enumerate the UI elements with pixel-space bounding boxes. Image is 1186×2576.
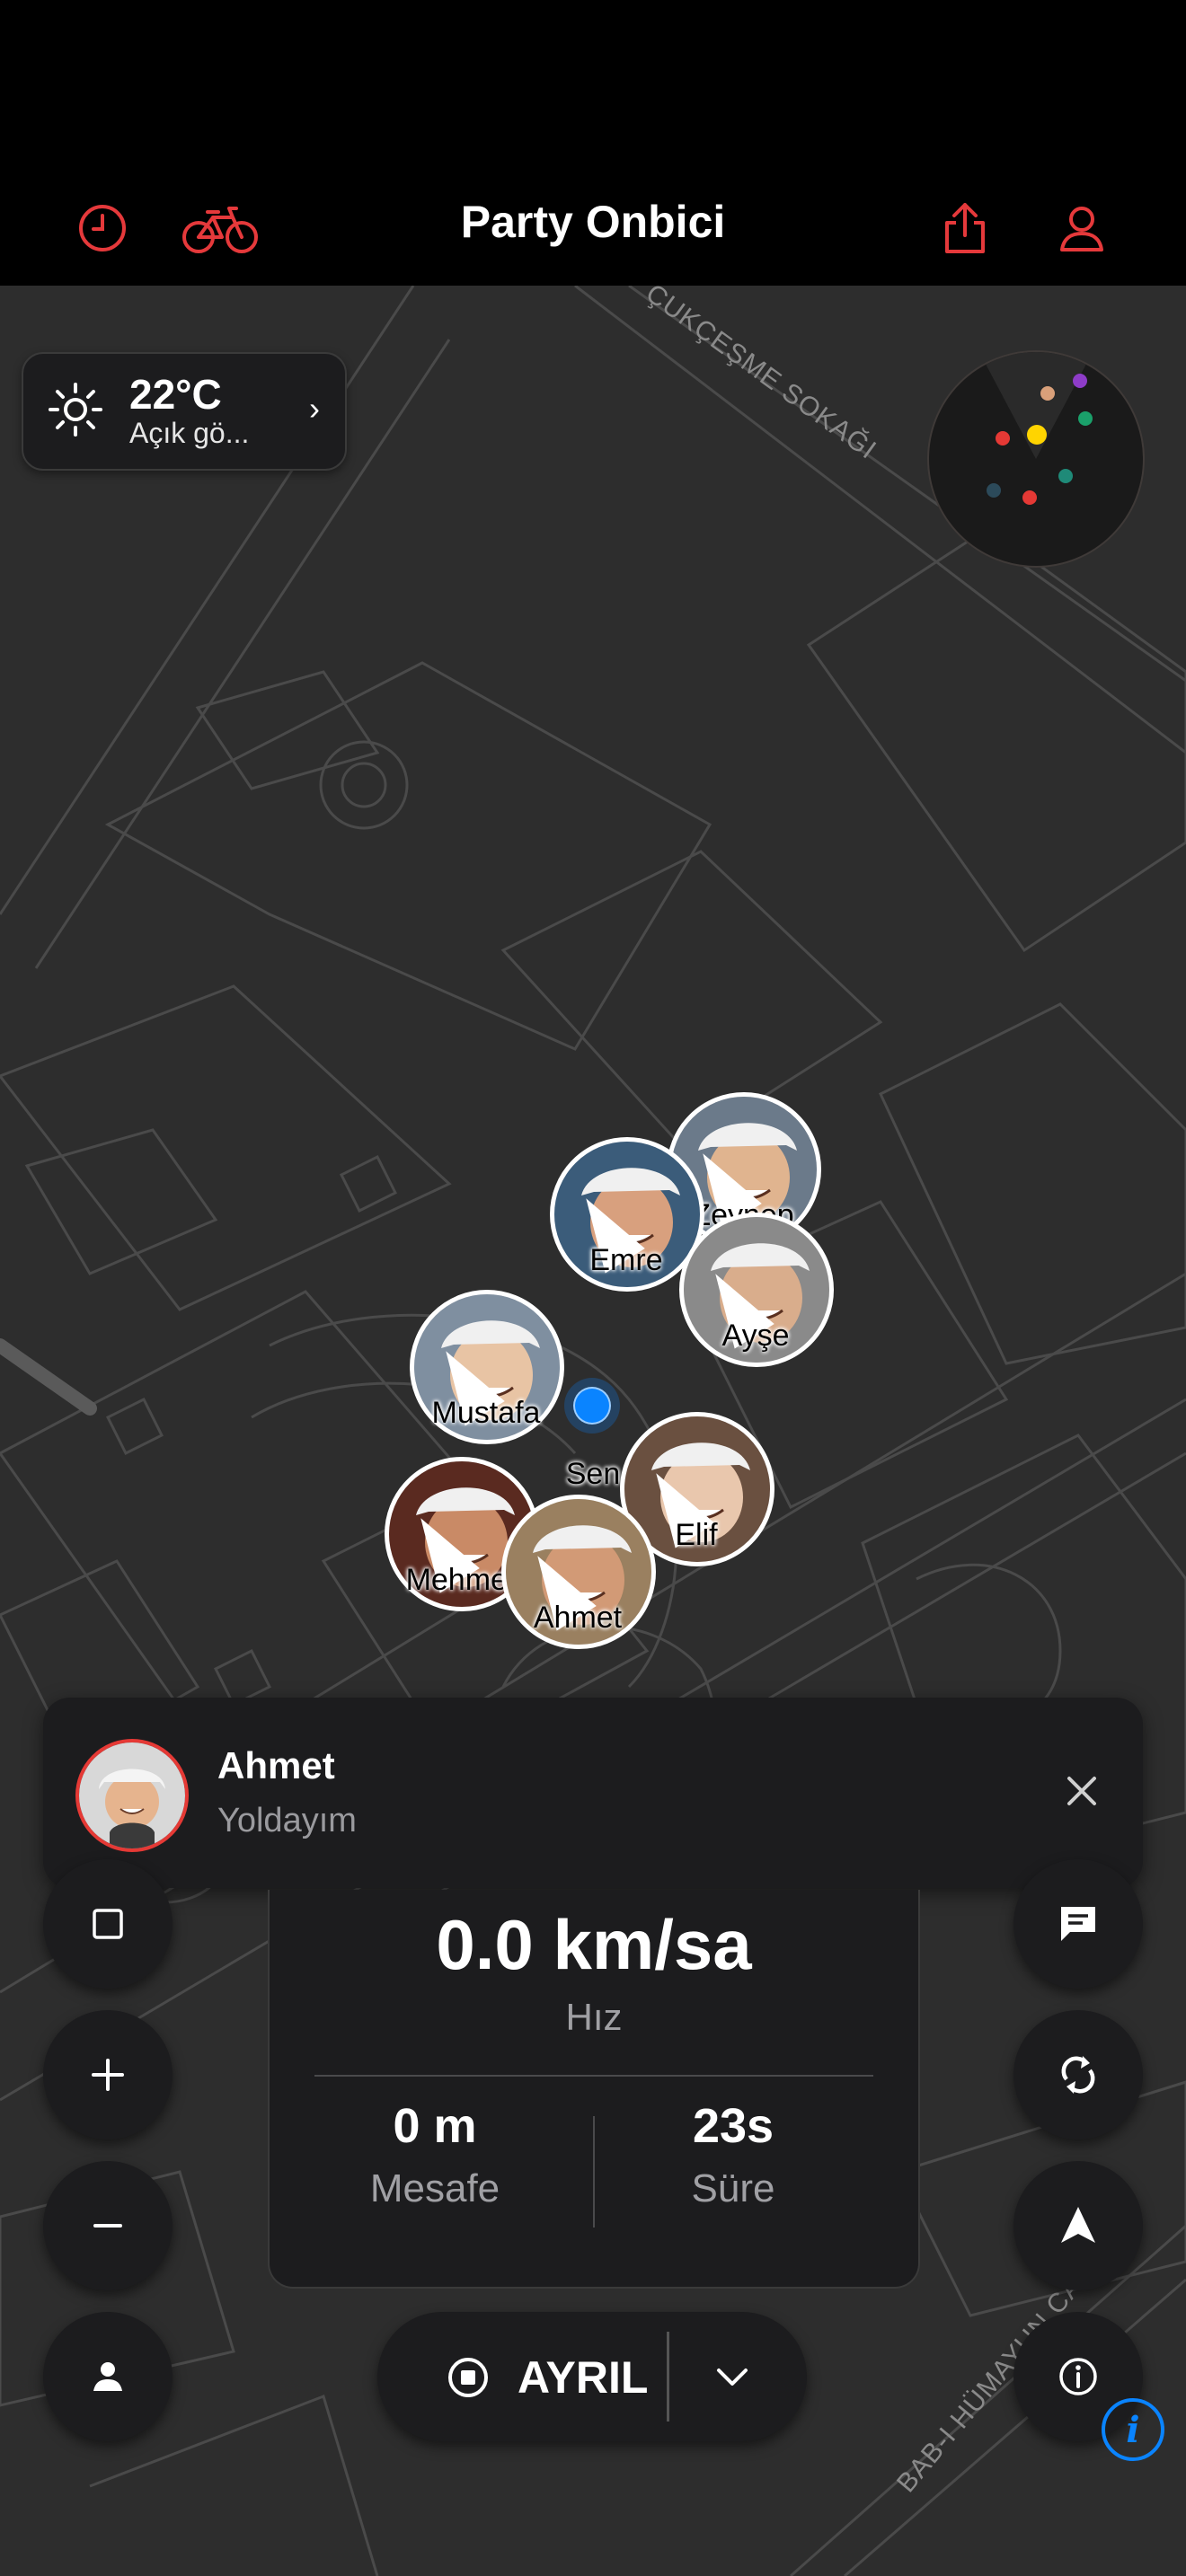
notification-message: Yoldayım	[217, 1802, 357, 1839]
leave-label: AYRIL	[518, 2352, 649, 2403]
member-name: Ahmet	[533, 1601, 623, 1635]
member-name: Mustafa	[431, 1396, 541, 1430]
leave-party-button[interactable]: AYRIL	[377, 2312, 807, 2441]
self-location-label: Sen	[565, 1457, 621, 1491]
nav-bar: Party Onbici	[0, 171, 1186, 286]
stats-divider	[593, 2116, 595, 2228]
refresh-button[interactable]	[1013, 2010, 1143, 2139]
layer-toggle-button[interactable]	[43, 1859, 173, 1989]
chat-icon	[1061, 1907, 1095, 1941]
refresh-icon	[1061, 2056, 1095, 2094]
radar-dot	[1073, 374, 1087, 388]
square-icon	[93, 1909, 123, 1939]
radar-minimap[interactable]	[927, 350, 1145, 568]
member-name: Ayşe	[721, 1319, 790, 1353]
sun-icon	[49, 383, 102, 437]
weather-condition: Açık gö...	[129, 417, 250, 449]
stats-divider	[314, 2075, 873, 2077]
close-icon[interactable]	[1057, 1766, 1107, 1816]
notification-card[interactable]: Ahmet Yoldayım	[43, 1698, 1143, 1888]
radar-dot	[1058, 469, 1073, 483]
status-bar	[0, 0, 1186, 171]
stop-icon	[448, 2358, 488, 2397]
profile-icon[interactable]	[1049, 196, 1114, 260]
map-attribution-info-icon[interactable]: i	[1102, 2398, 1164, 2461]
member-marker[interactable]: Ahmet	[501, 1495, 656, 1649]
plus-icon	[92, 2059, 124, 2091]
chevron-down-icon[interactable]	[712, 2357, 753, 2398]
weather-temperature: 22°C	[129, 371, 222, 418]
duration-value: 23s	[692, 2099, 774, 2153]
app-title: Party Onbici	[460, 197, 726, 247]
zoom-in-button[interactable]	[43, 2010, 173, 2139]
radar-dot	[1027, 425, 1047, 445]
chevron-right-icon: ›	[309, 390, 320, 427]
notification-sender: Ahmet	[217, 1744, 335, 1786]
radar-dot	[1078, 411, 1093, 426]
avatar	[75, 1739, 189, 1852]
info-icon	[1059, 2358, 1097, 2395]
duration-stat: 23s Süre	[598, 2098, 868, 2211]
leave-divider	[667, 2332, 669, 2422]
ride-stats-panel: 0.0 km/sa Hız 0 m Mesafe 23s Süre	[268, 1890, 920, 2289]
minus-icon	[93, 2224, 122, 2228]
navigate-arrow-icon	[1061, 2207, 1095, 2243]
weather-widget[interactable]: 22°C Açık gö... ›	[22, 352, 347, 471]
radar-dot	[996, 431, 1010, 446]
distance-stat: 0 m Mesafe	[300, 2098, 570, 2211]
self-location-dot	[564, 1378, 620, 1434]
speed-value: 0.0 km/sa	[436, 1905, 752, 1984]
radar-dot	[1040, 386, 1055, 401]
distance-label: Mesafe	[369, 2166, 500, 2210]
radar-dot	[1022, 490, 1037, 505]
member-marker[interactable]: Ayşe	[679, 1213, 834, 1367]
share-icon[interactable]	[933, 196, 997, 260]
distance-value: 0 m	[393, 2099, 477, 2153]
zoom-out-button[interactable]	[43, 2161, 173, 2290]
duration-label: Süre	[691, 2166, 775, 2210]
navigate-button[interactable]	[1013, 2161, 1143, 2290]
person-icon	[93, 2362, 122, 2391]
radar-dot	[987, 483, 1001, 498]
radar-dots	[979, 352, 1093, 505]
speed-label: Hız	[565, 1996, 623, 2038]
chat-button[interactable]	[1013, 1859, 1143, 1989]
center-on-me-button[interactable]	[43, 2312, 173, 2441]
member-marker[interactable]: Mustafa	[410, 1290, 564, 1444]
